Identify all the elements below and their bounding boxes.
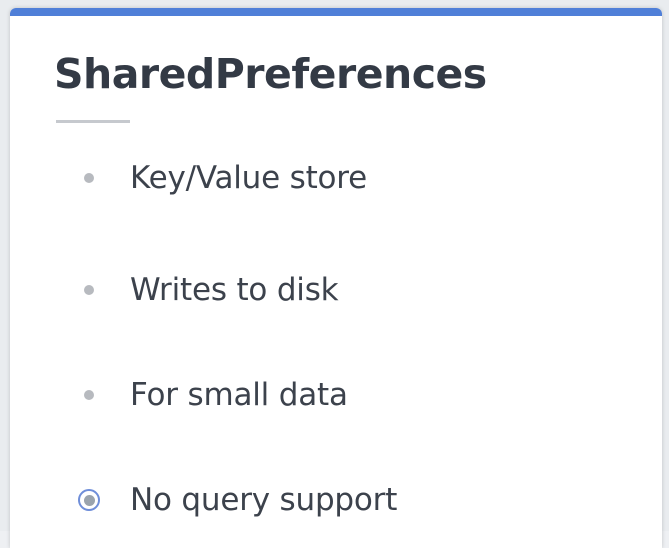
bullet-item-no-query-support[interactable]: No query support bbox=[78, 480, 398, 520]
bullet-item-writes-to-disk: Writes to disk bbox=[80, 270, 339, 310]
slide-title: SharedPreferences bbox=[54, 50, 487, 98]
bullet-label: Writes to disk bbox=[130, 272, 339, 308]
bullet-label: For small data bbox=[130, 377, 348, 413]
bullet-dot-icon bbox=[84, 173, 94, 183]
bullet-dot-icon bbox=[84, 390, 94, 400]
bullet-label: No query support bbox=[130, 482, 398, 518]
radio-inner-dot bbox=[83, 494, 95, 506]
bullet-item-key-value-store: Key/Value store bbox=[80, 158, 367, 198]
title-underline bbox=[56, 120, 130, 123]
bullet-label: Key/Value store bbox=[130, 160, 368, 196]
slide-card: SharedPreferences Key/Value store Writes… bbox=[10, 8, 662, 548]
radio-selected-icon[interactable] bbox=[78, 489, 100, 511]
bullet-dot-icon bbox=[84, 285, 94, 295]
card-accent-bar bbox=[10, 8, 662, 16]
bullet-item-for-small-data: For small data bbox=[80, 375, 348, 415]
